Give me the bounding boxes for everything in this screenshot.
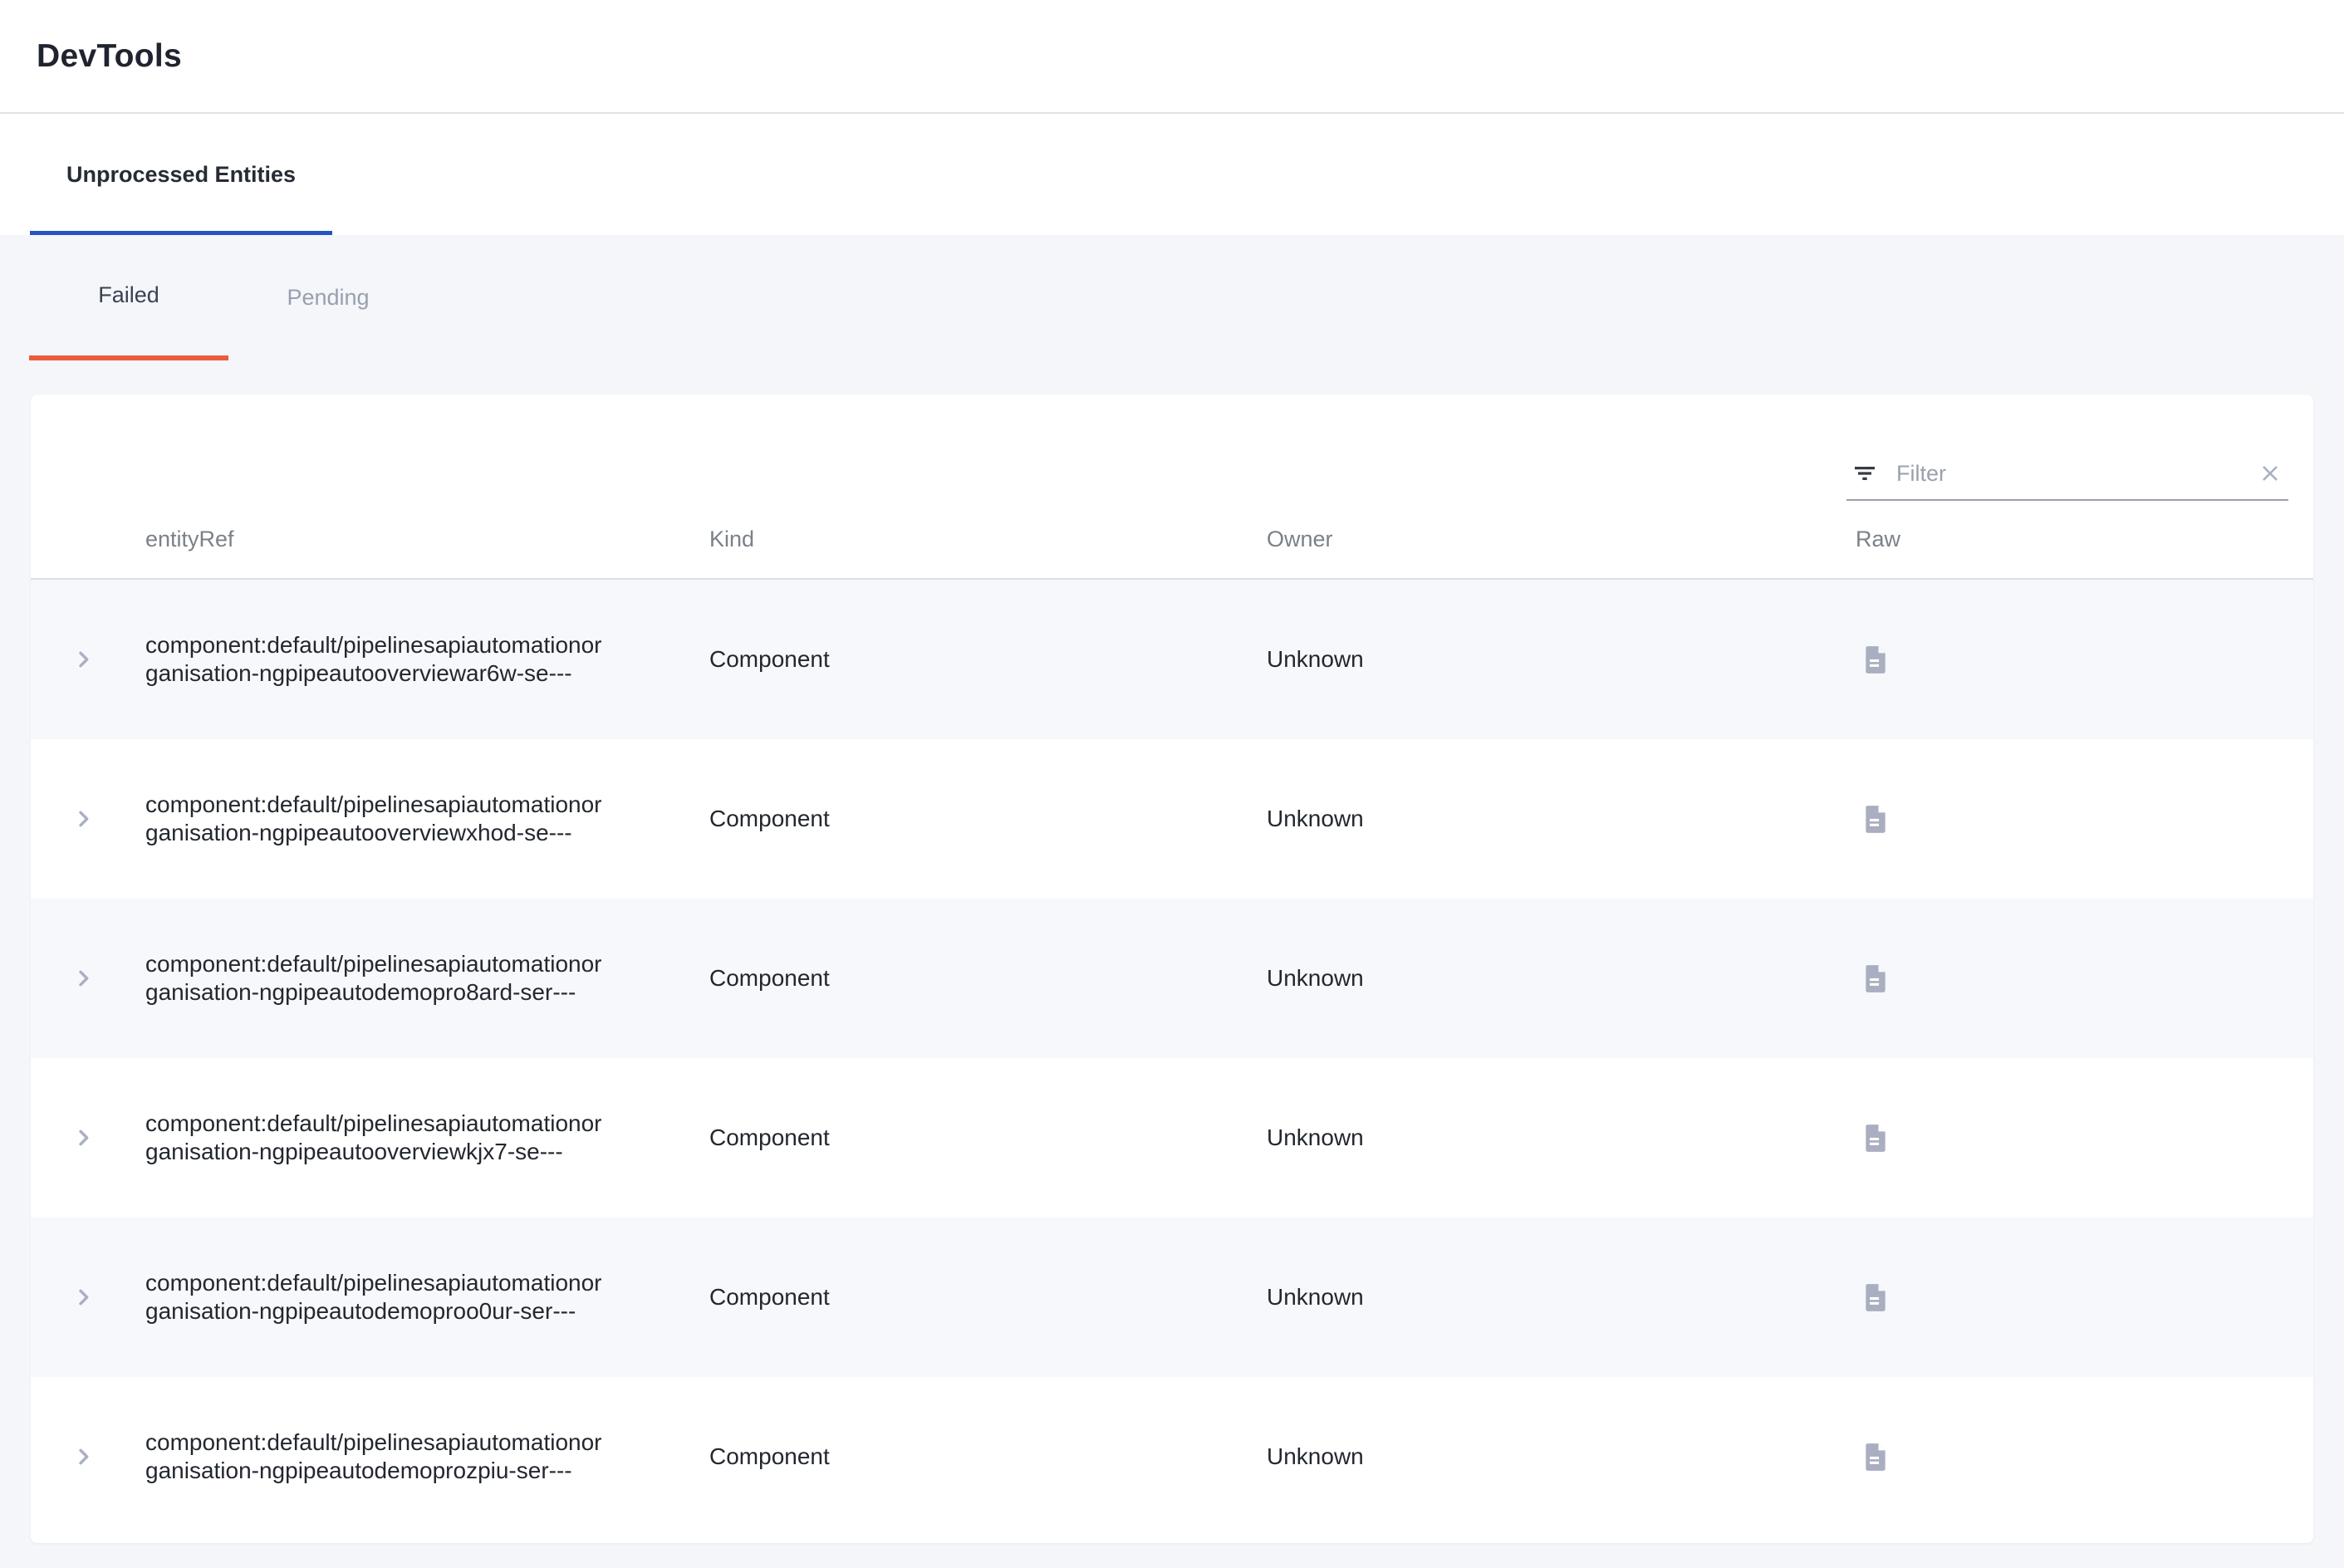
entityref-cell: component:default/pipelinesapiautomation…	[145, 1428, 611, 1485]
document-icon	[1864, 1284, 1887, 1311]
top-bar: DevTools	[0, 0, 2344, 114]
table-row: component:default/pipelinesapiautomation…	[31, 1058, 2313, 1218]
entityref-cell: component:default/pipelinesapiautomation…	[145, 1110, 611, 1166]
document-icon	[1864, 646, 1887, 674]
entityref-cell: component:default/pipelinesapiautomation…	[145, 791, 611, 847]
tab-unprocessed-entities-label: Unprocessed Entities	[66, 162, 296, 188]
chevron-right-icon	[70, 805, 98, 833]
clear-filter-button[interactable]	[2252, 455, 2288, 492]
expand-row-button[interactable]	[64, 1277, 104, 1317]
view-raw-button[interactable]	[1856, 958, 1895, 998]
document-icon	[1864, 806, 1887, 833]
status-tab-bar: Failed Pending	[0, 235, 2344, 360]
view-raw-button[interactable]	[1856, 639, 1895, 679]
view-raw-button[interactable]	[1856, 799, 1895, 839]
active-tab-indicator	[30, 231, 332, 235]
expand-row-button[interactable]	[64, 1118, 104, 1158]
table-header-row: entityRef Kind Owner Raw	[31, 501, 2313, 580]
view-raw-button[interactable]	[1856, 1277, 1895, 1317]
table-row: component:default/pipelinesapiautomation…	[31, 580, 2313, 739]
tab-failed-label: Failed	[98, 282, 159, 308]
column-header-raw: Raw	[1826, 527, 2313, 552]
chevron-right-icon	[70, 1124, 98, 1152]
failed-entities-card: entityRef Kind Owner Raw component:defau…	[31, 394, 2313, 1543]
kind-cell: Component	[709, 1284, 830, 1310]
column-header-owner: Owner	[1267, 527, 1826, 552]
filter-row	[31, 394, 2313, 501]
view-raw-button[interactable]	[1856, 1118, 1895, 1158]
column-header-kind: Kind	[709, 527, 1267, 552]
table-row: component:default/pipelinesapiautomation…	[31, 899, 2313, 1058]
table-row: component:default/pipelinesapiautomation…	[31, 739, 2313, 899]
filter-list-icon	[1851, 460, 1878, 487]
filter-field[interactable]	[1846, 448, 2288, 501]
kind-cell: Component	[709, 1443, 830, 1469]
close-icon	[2256, 459, 2284, 488]
tab-pending[interactable]: Pending	[228, 235, 428, 360]
expand-row-button[interactable]	[64, 1437, 104, 1477]
entityref-cell: component:default/pipelinesapiautomation…	[145, 1269, 611, 1325]
page-title: DevTools	[37, 38, 182, 75]
tab-unprocessed-entities[interactable]: Unprocessed Entities	[30, 114, 332, 235]
chevron-right-icon	[70, 1443, 98, 1471]
kind-cell: Component	[709, 806, 830, 831]
owner-cell: Unknown	[1267, 806, 1364, 831]
kind-cell: Component	[709, 646, 830, 672]
table-row: component:default/pipelinesapiautomation…	[31, 1218, 2313, 1377]
filter-input[interactable]	[1896, 461, 2252, 487]
kind-cell: Component	[709, 965, 830, 991]
expand-row-button[interactable]	[64, 958, 104, 998]
view-raw-button[interactable]	[1856, 1437, 1895, 1477]
kind-cell: Component	[709, 1125, 830, 1150]
owner-cell: Unknown	[1267, 965, 1364, 991]
document-icon	[1864, 965, 1887, 992]
primary-tab-bar: Unprocessed Entities	[0, 114, 2344, 235]
owner-cell: Unknown	[1267, 646, 1364, 672]
expand-row-button[interactable]	[64, 799, 104, 839]
owner-cell: Unknown	[1267, 1125, 1364, 1150]
tab-failed[interactable]: Failed	[29, 235, 228, 360]
chevron-right-icon	[70, 964, 98, 992]
expand-row-button[interactable]	[64, 639, 104, 679]
entityref-cell: component:default/pipelinesapiautomation…	[145, 950, 611, 1007]
document-icon	[1864, 1443, 1887, 1471]
entityref-cell: component:default/pipelinesapiautomation…	[145, 631, 611, 688]
chevron-right-icon	[70, 1283, 98, 1311]
owner-cell: Unknown	[1267, 1443, 1364, 1469]
owner-cell: Unknown	[1267, 1284, 1364, 1310]
column-header-entityref: entityRef	[145, 527, 709, 552]
tab-pending-label: Pending	[287, 285, 369, 311]
chevron-right-icon	[70, 645, 98, 674]
document-icon	[1864, 1125, 1887, 1152]
table-row: component:default/pipelinesapiautomation…	[31, 1377, 2313, 1536]
